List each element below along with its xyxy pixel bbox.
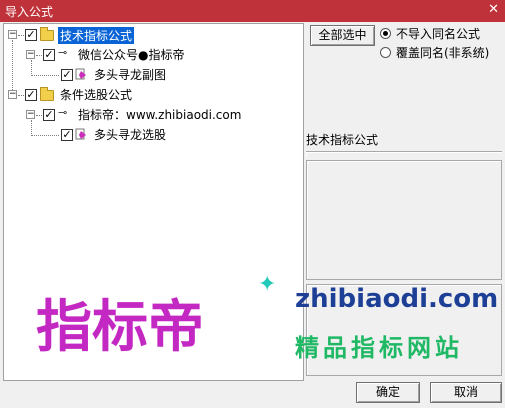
group-checkbox[interactable]: ✓ [25, 89, 37, 101]
cancel-button[interactable]: 取消 [430, 382, 502, 403]
tree-leaf-label[interactable]: 多头寻龙副图 [92, 66, 168, 83]
watermark-slogan: 精品指标网站 [295, 334, 463, 362]
ok-button[interactable]: 确定 [356, 382, 420, 403]
description-panel [306, 160, 502, 280]
group-checkbox[interactable]: ✓ [25, 29, 37, 41]
tree-line [18, 95, 24, 96]
key-icon: ⊸ [58, 46, 68, 59]
tree-item-label[interactable]: 指标帝：www.zhibiaodi.com [76, 106, 243, 123]
sparkle-icon: ✦ [258, 272, 277, 297]
overwrite-label[interactable]: 覆盖同名(非系统) [396, 44, 489, 61]
item-checkbox[interactable]: ✓ [43, 109, 55, 121]
info-label: 技术指标公式 [306, 133, 379, 147]
tree-line [18, 35, 24, 36]
key-icon: ⊸ [58, 106, 68, 119]
title-bar: 导入公式 ✕ [0, 0, 505, 22]
tree-line [31, 60, 32, 76]
tree-leaf-label[interactable]: 多头寻龙选股 [92, 126, 168, 143]
skip-duplicates-radio[interactable] [380, 28, 391, 39]
select-all-button[interactable]: 全部选中 [310, 25, 375, 46]
overwrite-radio[interactable] [380, 47, 391, 58]
tree-item-label[interactable]: 微信公众号●指标帝 [76, 46, 186, 63]
tree-line [31, 75, 59, 76]
folder-icon [40, 27, 54, 41]
skip-duplicates-label[interactable]: 不导入同名公式 [396, 25, 480, 42]
collapse-icon[interactable]: − [26, 50, 35, 59]
formula-file-icon [75, 128, 86, 140]
collapse-icon[interactable]: − [8, 30, 17, 39]
leaf-checkbox[interactable]: ✓ [61, 129, 73, 141]
collapse-icon[interactable]: − [8, 90, 17, 99]
watermark-domain: zhibiaodi.com [295, 284, 499, 314]
watermark-logo: 指标帝 [36, 295, 204, 360]
tree-line [31, 135, 59, 136]
tree-line [36, 115, 42, 116]
formula-file-icon [75, 68, 86, 80]
tree-group-label[interactable]: 技术指标公式 [58, 27, 135, 44]
collapse-icon[interactable]: − [26, 110, 35, 119]
window-title: 导入公式 [5, 5, 54, 19]
tree-line [12, 40, 13, 92]
tree-line [31, 120, 32, 136]
close-icon[interactable]: ✕ [488, 2, 499, 17]
divider [306, 151, 502, 157]
leaf-checkbox[interactable]: ✓ [61, 69, 73, 81]
tree-line [36, 55, 42, 56]
tree-group-label[interactable]: 条件选股公式 [58, 86, 134, 103]
folder-icon [40, 87, 54, 101]
item-checkbox[interactable]: ✓ [43, 49, 55, 61]
